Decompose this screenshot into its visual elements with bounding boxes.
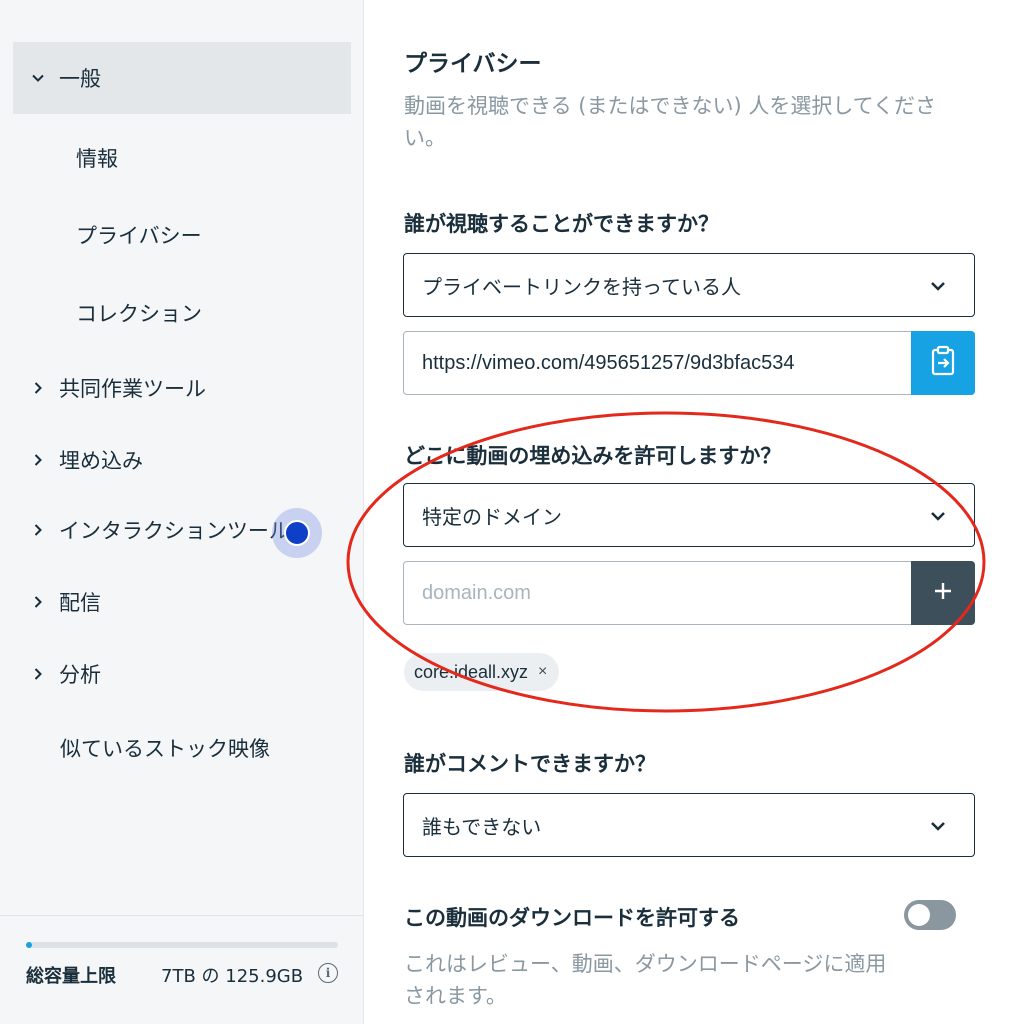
embed-domain-value: 特定のドメイン xyxy=(422,504,562,529)
download-description: これはレビュー、動画、ダウンロードページに適用されます。 xyxy=(404,952,887,1008)
clipboard-icon xyxy=(928,345,958,381)
sidebar-item-label: 埋め込み xyxy=(59,449,143,473)
plus-icon xyxy=(932,580,954,606)
domain-chip-label: core.ideall.xyz xyxy=(414,661,529,682)
sidebar-subitem-collections[interactable]: コレクション xyxy=(76,298,202,328)
comment-permission-select[interactable]: 誰もできない xyxy=(403,793,975,857)
remove-domain-button[interactable]: × xyxy=(538,663,547,681)
copy-link-button[interactable] xyxy=(911,330,975,395)
embed-domain-select[interactable]: 特定のドメイン xyxy=(403,483,975,547)
comment-permission-value: 誰もできない xyxy=(422,814,542,839)
chevron-right-icon xyxy=(13,381,59,395)
sidebar-item-label: インタラクションツール xyxy=(58,519,289,543)
chevron-right-icon xyxy=(13,453,59,467)
download-toggle[interactable] xyxy=(904,900,956,930)
chevron-down-icon xyxy=(928,276,948,301)
storage-value: 7TB の 125.9GB xyxy=(161,966,304,987)
hotspot-dot xyxy=(284,520,310,546)
chevron-down-icon xyxy=(928,506,948,531)
download-label: この動画のダウンロードを許可する xyxy=(404,906,740,930)
domain-input[interactable] xyxy=(404,563,894,623)
view-privacy-value: プライベートリンクを持っている人 xyxy=(422,274,741,299)
sidebar-item-label: 一般 xyxy=(59,67,101,91)
add-domain-button[interactable] xyxy=(911,560,975,625)
sidebar-item-distribution[interactable]: 配信 xyxy=(13,566,351,638)
chevron-right-icon xyxy=(13,523,59,537)
sidebar-item-label: 共同作業ツール xyxy=(59,377,206,401)
sidebar-subitem-info[interactable]: 情報 xyxy=(76,143,118,173)
sidebar-item-embed[interactable]: 埋め込み xyxy=(13,424,351,496)
storage-progress-fill xyxy=(26,942,32,948)
info-icon[interactable]: i xyxy=(318,963,338,983)
view-privacy-select[interactable]: プライベートリンクを持っている人 xyxy=(403,253,975,317)
sidebar-subitem-privacy[interactable]: プライバシー xyxy=(76,220,202,250)
sidebar-item-collaboration[interactable]: 共同作業ツール xyxy=(13,352,351,424)
storage-panel: 総容量上限 7TB の 125.9GB i xyxy=(0,915,364,1024)
chevron-right-icon xyxy=(13,595,59,609)
page-title: プライバシー xyxy=(404,51,542,77)
sidebar-item-general[interactable]: 一般 xyxy=(13,42,351,114)
private-link-input[interactable] xyxy=(404,333,894,393)
page-subtitle: 動画を視聴できる (またはできない) 人を選択してください。 xyxy=(404,94,937,150)
toggle-knob xyxy=(908,904,930,926)
chevron-right-icon xyxy=(13,667,59,681)
embed-question: どこに動画の埋め込みを許可しますか？ xyxy=(404,444,782,468)
sidebar-item-analytics[interactable]: 分析 xyxy=(13,638,351,710)
sidebar: 一般 情報 プライバシー コレクション 共同作業ツール 埋め込み インタラクショ… xyxy=(0,0,364,1024)
domain-chip: core.ideall.xyz × xyxy=(404,653,560,691)
view-question: 誰が視聴することができますか？ xyxy=(404,212,719,236)
sidebar-item-interaction-tools[interactable]: インタラクションツール xyxy=(13,494,289,566)
comment-question: 誰がコメントできますか？ xyxy=(404,752,656,776)
chevron-down-icon xyxy=(928,816,948,841)
sidebar-item-stock-footage[interactable]: 似ているストック映像 xyxy=(60,733,270,763)
hotspot-indicator[interactable] xyxy=(272,508,322,558)
main-panel: プライバシー 動画を視聴できる (またはできない) 人を選択してください。 誰が… xyxy=(364,0,1021,1024)
domain-field xyxy=(403,560,975,625)
private-link-field xyxy=(403,330,975,395)
storage-progress-bar xyxy=(26,942,338,948)
storage-label: 総容量上限 xyxy=(26,966,116,987)
sidebar-item-label: 配信 xyxy=(59,591,101,615)
chevron-down-icon xyxy=(13,71,59,85)
sidebar-item-label: 分析 xyxy=(59,663,101,687)
